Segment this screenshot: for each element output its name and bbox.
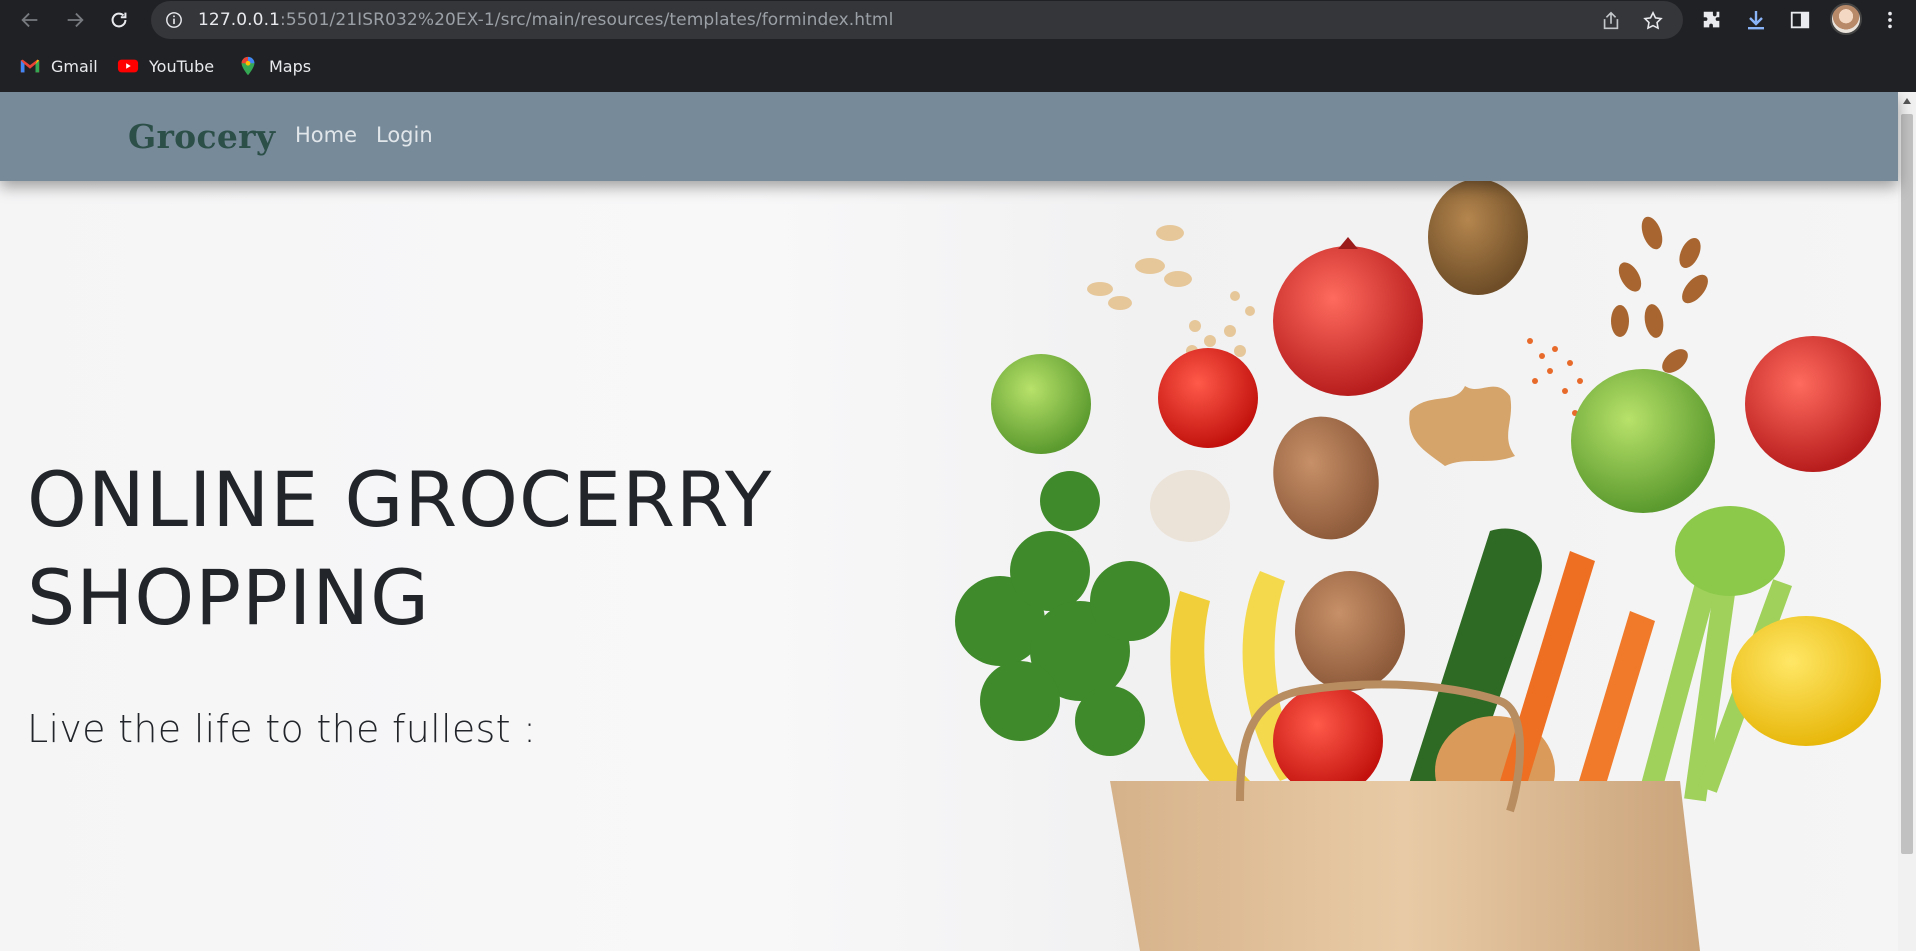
hero-title: ONLINE GROCERRY SHOPPING (27, 451, 927, 647)
download-icon (1748, 11, 1764, 30)
site-brand[interactable]: Grocery (128, 117, 275, 156)
youtube-icon (117, 59, 139, 73)
bookmark-star-button[interactable] (1641, 9, 1665, 33)
address-bar[interactable]: 127.0.0.1:5501/21ISR032%20EX-1/src/main/… (151, 1, 1683, 39)
bookmark-youtube[interactable]: YouTube (117, 50, 214, 82)
bookmark-label: Gmail (51, 56, 98, 76)
page-scrollbar[interactable] (1898, 92, 1916, 951)
nav-link-login[interactable]: Login (376, 123, 433, 147)
puzzle-icon (1703, 11, 1720, 28)
hero-section: ONLINE GROCERRY SHOPPING Live the life t… (0, 181, 1898, 951)
grocery-bag-illustration (955, 181, 1881, 951)
arrow-right-icon (67, 12, 84, 28)
gmail-icon (20, 59, 40, 73)
hero-title-line2: SHOPPING (27, 553, 431, 642)
hero-title-line1: ONLINE GROCERRY (27, 455, 773, 544)
bookmark-maps[interactable]: Maps (237, 50, 311, 82)
hero-subtitle: Live the life to the fullest : (27, 707, 537, 751)
maps-icon (241, 56, 255, 76)
bookmark-gmail[interactable]: Gmail (19, 50, 98, 82)
extensions-button[interactable] (1699, 7, 1725, 33)
reload-icon (111, 12, 127, 28)
downloads-button[interactable] (1743, 7, 1769, 33)
profile-avatar[interactable] (1830, 3, 1862, 35)
star-icon (1643, 10, 1663, 30)
url-path: :5501/21ISR032%20EX-1/src/main/resources… (280, 10, 894, 30)
bookmark-label: YouTube (149, 56, 215, 76)
url-host: 127.0.0.1 (198, 10, 281, 30)
side-panel-button[interactable] (1787, 7, 1813, 33)
kebab-menu-icon (1888, 11, 1892, 29)
reload-button[interactable] (104, 6, 134, 34)
forward-button[interactable] (60, 6, 90, 34)
page-viewport: Grocery Home Login ONLINE GROCERRY SHOPP… (0, 92, 1916, 951)
side-panel-icon (1790, 11, 1810, 29)
share-button[interactable] (1599, 9, 1623, 33)
menu-button[interactable] (1877, 7, 1903, 33)
scroll-thumb[interactable] (1901, 114, 1913, 854)
site-navbar: Grocery Home Login (0, 92, 1898, 181)
share-icon (1603, 11, 1619, 30)
url-text[interactable]: 127.0.0.1:5501/21ISR032%20EX-1/src/main/… (198, 10, 893, 30)
back-button[interactable] (15, 6, 45, 34)
browser-chrome: 127.0.0.1:5501/21ISR032%20EX-1/src/main/… (0, 0, 1916, 92)
bookmark-label: Maps (269, 56, 312, 76)
scroll-up-arrow-icon[interactable] (1903, 98, 1911, 104)
arrow-left-icon (21, 12, 38, 28)
nav-link-home[interactable]: Home (295, 123, 357, 147)
browser-toolbar: 127.0.0.1:5501/21ISR032%20EX-1/src/main/… (0, 0, 1916, 40)
info-icon[interactable] (165, 11, 183, 29)
